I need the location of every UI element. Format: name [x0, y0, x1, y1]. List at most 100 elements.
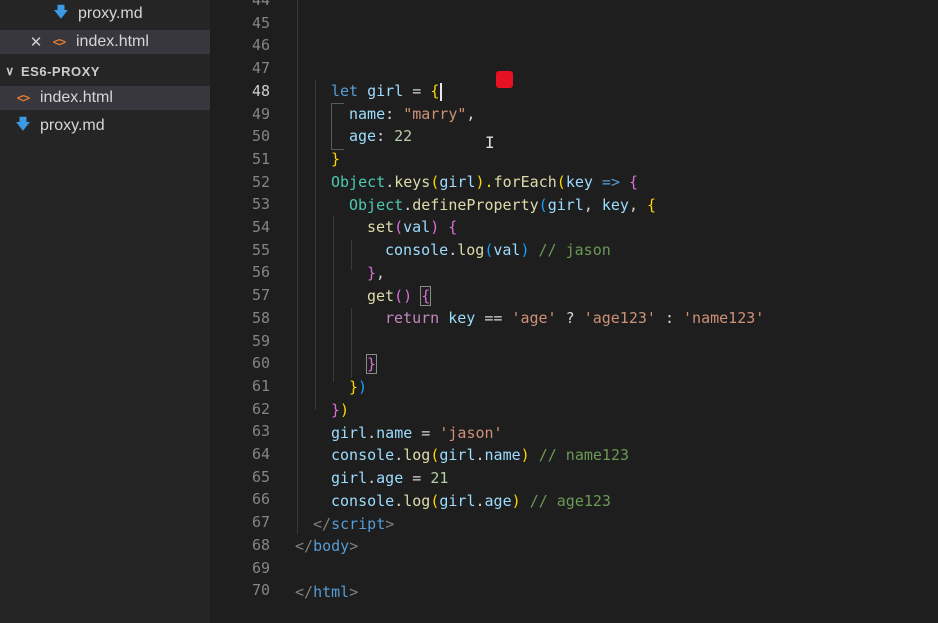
code-token: : [385, 105, 404, 123]
close-icon[interactable]: ✕ [28, 33, 44, 51]
code-token: } [367, 264, 377, 282]
code-token: ? [556, 309, 584, 327]
code-token: age [484, 492, 512, 510]
code-token: girl [358, 82, 404, 100]
code-editor[interactable]: 44 45 46 47 48 49 50 51 52 53 54 55 56 57 58 59 60 61 62 63… [210, 0, 938, 623]
code-token: keys [394, 173, 431, 191]
code-token: . [403, 196, 413, 214]
code-line-48: let girl = { [331, 80, 443, 103]
code-token: { [420, 286, 432, 306]
explorer-file-index-html[interactable]: <> index.html [0, 86, 210, 110]
code-token: } [349, 378, 359, 396]
code-token: get [367, 287, 395, 305]
code-token: console [331, 446, 395, 464]
code-token: = [403, 82, 431, 100]
line-number: 57 [251, 286, 270, 305]
line-number: 58 [251, 308, 270, 327]
code-line-54: set(val) { [367, 216, 457, 239]
file-label: proxy.md [78, 5, 143, 22]
code-token: { [629, 173, 639, 191]
code-token: forEach [493, 173, 557, 191]
code-token: ( [538, 196, 548, 214]
text-cursor [440, 82, 443, 101]
line-number: 51 [251, 149, 270, 168]
line-number: 53 [251, 195, 270, 214]
file-label: index.html [76, 33, 149, 50]
code-line-56: }, [367, 262, 385, 285]
code-line-51: } [331, 148, 340, 171]
code-token: body [313, 537, 350, 555]
code-token: , [376, 264, 386, 282]
markdown-icon: 🡇 [15, 115, 31, 133]
code-token: ) [520, 446, 539, 464]
code-token: ) [430, 218, 449, 236]
code-comment: // jason [538, 241, 611, 259]
code-token: } [365, 354, 378, 374]
code-token: . [367, 424, 377, 442]
line-number: 67 [251, 513, 270, 532]
code-token: { [647, 196, 657, 214]
code-token: Object [331, 173, 386, 191]
file-label: proxy.md [40, 117, 105, 134]
code-token: } [331, 150, 341, 168]
line-number: 70 [251, 581, 270, 600]
code-token: ). [475, 173, 494, 191]
code-token: log [457, 241, 485, 259]
code-token: . [394, 446, 404, 464]
code-line-65: girl.age = 21 [331, 467, 448, 490]
code-token: = [412, 424, 440, 442]
code-token: ) [520, 241, 539, 259]
code-token: "marry" [403, 105, 467, 123]
code-token: : [655, 309, 684, 327]
indent-guide [333, 216, 334, 382]
code-token: 21 [430, 469, 449, 487]
code-token: . [385, 173, 395, 191]
code-token: name [376, 424, 413, 442]
line-number: 69 [251, 558, 270, 577]
open-editor-index-html[interactable]: ✕ <> index.html [0, 30, 210, 54]
folder-label: ES6-PROXY [21, 63, 100, 79]
line-number: 62 [251, 399, 270, 418]
code-token: name [484, 446, 521, 464]
code-token: html [313, 583, 350, 601]
file-label: index.html [40, 89, 113, 106]
folder-section-es6-proxy[interactable]: ∨ ES6-PROXY [0, 60, 210, 82]
code-token: </ [313, 515, 332, 533]
open-editor-proxy-md[interactable]: 🡇 proxy.md [0, 2, 210, 26]
code-token: log [403, 492, 431, 510]
code-line-63: girl.name = 'jason' [331, 422, 503, 445]
code-token: girl [439, 173, 476, 191]
html-icon: <> [52, 35, 66, 49]
code-line-68: </body> [295, 535, 358, 558]
line-number: 65 [251, 467, 270, 486]
code-token: console [385, 241, 449, 259]
code-token: girl [547, 196, 584, 214]
code-token: ) [358, 378, 368, 396]
code-line-53: Object.defineProperty(girl, key, { [349, 194, 656, 217]
code-token: > [349, 537, 359, 555]
code-token: ) [511, 492, 530, 510]
code-line-58: return key == 'age' ? 'age123' : 'name12… [385, 307, 764, 330]
explorer-file-proxy-md[interactable]: 🡇 proxy.md [0, 114, 210, 138]
code-token: = [403, 469, 431, 487]
code-token: : [376, 127, 395, 145]
record-indicator-icon [496, 71, 513, 88]
vscode-window: 🡇 proxy.md ✕ <> index.html ∨ ES6-PROXY <… [0, 0, 938, 623]
code-token: girl [439, 446, 476, 464]
indent-guide [351, 240, 352, 270]
code-line-52: Object.keys(girl).forEach(key => { [331, 171, 638, 194]
line-number: 59 [251, 331, 270, 350]
code-line-55: console.log(val) // jason [385, 239, 611, 262]
code-line-60: } [365, 353, 378, 376]
code-area[interactable]: let girl = { name: "marry", age: 22 } Ob… [295, 0, 935, 623]
explorer-sidebar: 🡇 proxy.md ✕ <> index.html ∨ ES6-PROXY <… [0, 0, 210, 623]
code-token: , [466, 105, 476, 123]
code-token: . [394, 492, 404, 510]
code-line-50: age: 22 [349, 125, 412, 148]
code-token: 'age' [511, 309, 557, 327]
indent-guide [297, 0, 298, 534]
code-token: age [376, 469, 404, 487]
code-token: == [475, 309, 512, 327]
code-token: 22 [394, 127, 413, 145]
code-line-64: console.log(girl.name) // name123 [331, 444, 629, 467]
